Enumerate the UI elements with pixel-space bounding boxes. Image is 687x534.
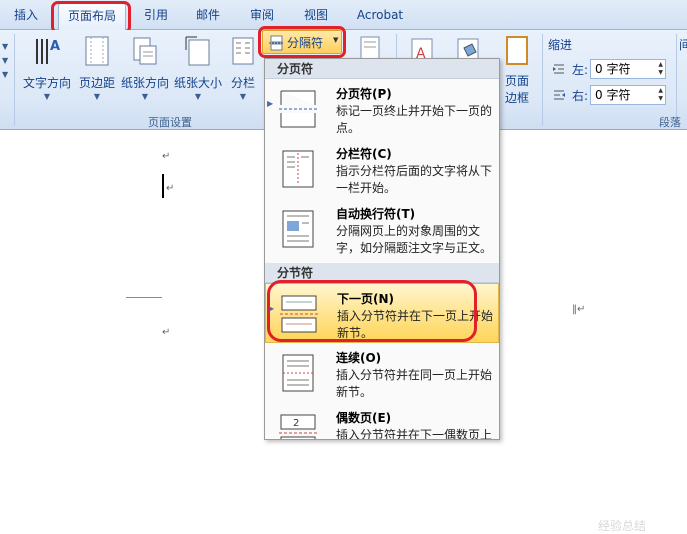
svg-text:A: A xyxy=(50,39,60,54)
text-cursor xyxy=(162,174,164,198)
column-break-icon xyxy=(282,150,314,188)
text-direction-icon: A xyxy=(36,39,60,64)
indent-right-input[interactable]: 0 字符 ▲ ▼ xyxy=(590,85,666,105)
chevron-down-icon: ▼ xyxy=(194,92,202,101)
text-direction-label: 文字方向 xyxy=(22,76,71,90)
paragraph-mark-icon: ↵ xyxy=(162,151,171,162)
margins-label: 页边距 xyxy=(78,76,115,90)
margins-icon xyxy=(85,36,109,66)
page-setup-group-label: 页面设置 xyxy=(148,116,192,129)
menu-item-title: 分页符(P) xyxy=(336,87,392,101)
menu-item-title: 分栏符(C) xyxy=(336,147,392,161)
paragraph-mark-icon: ↵ xyxy=(162,327,171,338)
section-header-page-breaks: 分页符 xyxy=(265,59,499,79)
tab-references[interactable]: 引用 xyxy=(136,6,176,26)
continuous-break-icon xyxy=(282,354,314,392)
breaks-dropdown-menu: 分页符 ▶ 分页符(P) 标记一页终止并开始下一页的点。 分栏符(C) 指示分栏… xyxy=(264,58,500,440)
menu-item-continuous[interactable]: 连续(O) 插入分节符并在同一页上开始新节。 xyxy=(265,343,499,403)
indent-right-label: 右: xyxy=(572,89,589,103)
menu-item-title: 自动换行符(T) xyxy=(336,207,416,221)
next-page-break-icon xyxy=(280,295,318,333)
margin-guide-line xyxy=(126,297,162,298)
indent-left-row: 左: 0 字符 ▲ ▼ xyxy=(552,58,672,80)
tab-page-layout[interactable]: 页面布局 xyxy=(58,3,126,31)
paragraph-mark-icon: ‖↵ xyxy=(572,304,586,315)
indent-left-value: 0 字符 xyxy=(595,62,631,76)
menu-item-title: 偶数页(E) xyxy=(336,411,392,425)
section-header-section-breaks: 分节符 xyxy=(265,263,499,283)
columns-icon xyxy=(232,37,254,65)
menu-item-title: 连续(O) xyxy=(336,351,382,365)
page-borders-label-2: 边框 xyxy=(504,91,529,105)
paragraph-mark-icon: ↵ xyxy=(166,183,175,194)
text-wrapping-break-icon xyxy=(282,210,314,248)
tab-view[interactable]: 视图 xyxy=(296,6,336,26)
indent-right-row: 右: 0 字符 ▲ ▼ xyxy=(552,84,672,106)
chevron-down-icon: ▼ xyxy=(93,92,101,101)
menu-item-desc: 插入分节符并在同一页上开始新节。 xyxy=(336,368,493,399)
orientation-label: 纸张方向 xyxy=(120,76,169,90)
menu-item-even-page[interactable]: 2 4 偶数页(E) 插入分节符并在下一偶数页上 xyxy=(265,403,499,440)
breaks-label: 分隔符 xyxy=(287,36,324,50)
spacing-label: 间 xyxy=(679,38,687,52)
chevron-down-icon: ▼ xyxy=(141,92,149,101)
margins-button[interactable]: 页边距 ▼ xyxy=(76,32,118,108)
pointer-icon: ▶ xyxy=(267,99,274,108)
menu-item-next-page[interactable]: ▶ 下一页(N) 插入分节符并在下一页上开始新节。 xyxy=(265,283,499,343)
menu-item-title: 下一页(N) xyxy=(337,292,395,306)
menu-item-desc: 标记一页终止并开始下一页的点。 xyxy=(336,104,493,135)
chevron-down-icon: ▼ xyxy=(333,36,339,44)
even-page-break-icon: 2 4 xyxy=(279,414,317,439)
orientation-button[interactable]: 纸张方向 ▼ xyxy=(119,32,171,108)
spinner-arrows-icon[interactable]: ▲ ▼ xyxy=(658,87,663,103)
size-button[interactable]: 纸张大小 ▼ xyxy=(172,32,224,108)
columns-label: 分栏 xyxy=(230,76,255,90)
page-borders-button[interactable]: 页面 边框 xyxy=(498,32,536,108)
page-size-icon xyxy=(185,36,210,66)
menu-item-desc: 分隔网页上的对象周围的文字，如分隔题注文字与正文。 xyxy=(336,224,493,255)
tab-review[interactable]: 审阅 xyxy=(242,6,282,26)
watermark-text: 经验总结 xyxy=(598,519,647,533)
menu-item-desc: 指示分栏符后面的文字将从下一栏开始。 xyxy=(336,164,493,195)
page-borders-label-1: 页面 xyxy=(504,74,529,88)
breaks-button[interactable]: 分隔符 ▼ xyxy=(262,30,342,54)
size-label: 纸张大小 xyxy=(173,76,222,90)
menu-item-desc: 插入分节符并在下一页上开始新节。 xyxy=(337,309,494,340)
tab-insert[interactable]: 插入 xyxy=(4,6,48,26)
ribbon-tab-strip: 插入 页面布局 引用 邮件 审阅 视图 Acrobat xyxy=(0,0,687,31)
tab-mailings[interactable]: 邮件 xyxy=(188,6,228,26)
menu-item-page-break[interactable]: ▶ 分页符(P) 标记一页终止并开始下一页的点。 xyxy=(265,79,499,139)
pointer-icon: ▶ xyxy=(268,304,275,313)
collapsed-group-arrows: ▼ ▼ ▼ xyxy=(2,42,9,79)
paragraph-group-label: 段落 xyxy=(659,116,681,129)
text-direction-button[interactable]: A 文字方向 ▼ xyxy=(20,32,74,108)
orientation-icon xyxy=(133,37,157,65)
menu-item-column-break[interactable]: 分栏符(C) 指示分栏符后面的文字将从下一栏开始。 xyxy=(265,139,499,199)
page-borders-icon xyxy=(506,36,528,65)
menu-item-desc: 插入分节符并在下一偶数页上 xyxy=(336,428,493,440)
breaks-icon xyxy=(269,35,284,51)
indent-left-icon xyxy=(553,64,564,74)
columns-button[interactable]: 分栏 ▼ xyxy=(226,32,260,108)
chevron-down-icon: ▼ xyxy=(43,92,51,101)
indent-right-value: 0 字符 xyxy=(595,88,631,102)
line-numbers-icon xyxy=(360,36,380,60)
menu-item-text-wrapping-break[interactable]: 自动换行符(T) 分隔网页上的对象周围的文字，如分隔题注文字与正文。 xyxy=(265,199,499,263)
indent-label: 缩进 xyxy=(548,38,573,52)
indent-left-label: 左: xyxy=(572,63,589,77)
indent-right-icon xyxy=(554,90,565,100)
tab-acrobat[interactable]: Acrobat xyxy=(350,6,410,26)
chevron-down-icon: ▼ xyxy=(239,92,247,101)
page-break-icon xyxy=(279,90,317,128)
spinner-arrows-icon[interactable]: ▲ ▼ xyxy=(658,61,663,77)
svg-text:2: 2 xyxy=(293,418,299,429)
indent-left-input[interactable]: 0 字符 ▲ ▼ xyxy=(590,59,666,79)
